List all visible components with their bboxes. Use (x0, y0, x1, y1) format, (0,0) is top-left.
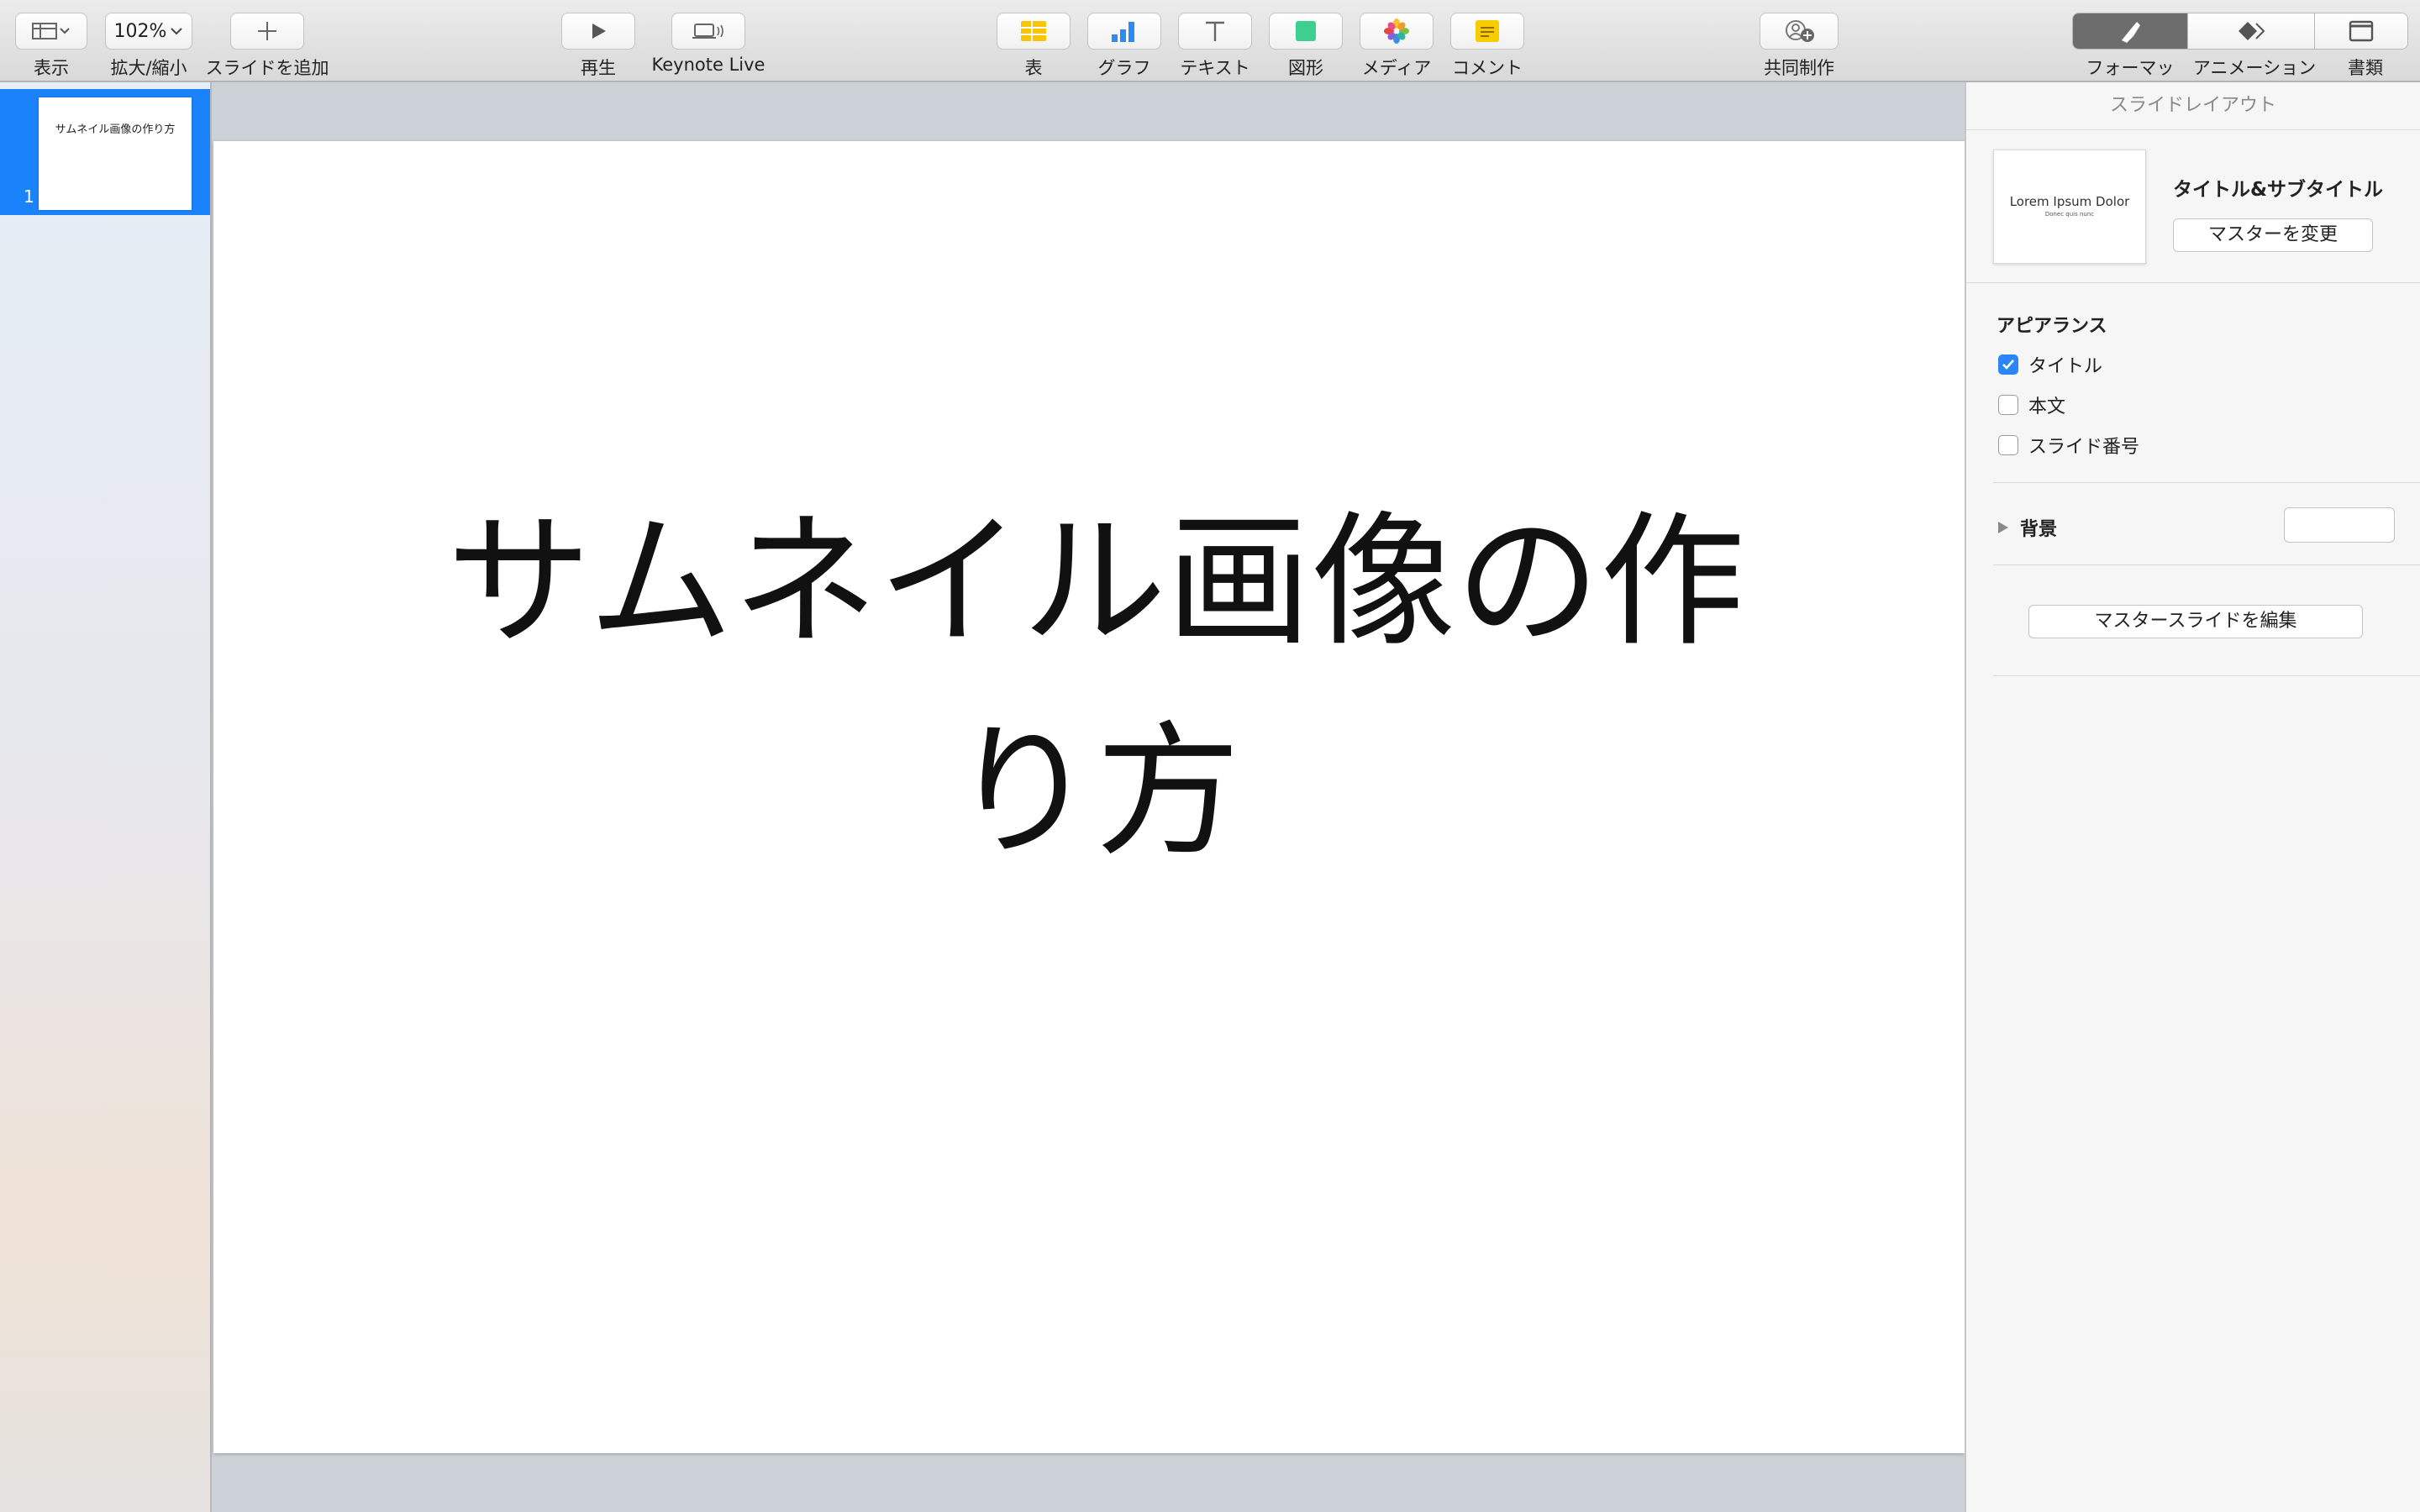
edit-master-slide-button[interactable]: マスタースライドを編集 (2028, 605, 2363, 638)
zoom-value: 102% (113, 20, 167, 42)
slide-number-checkbox[interactable] (1998, 435, 2018, 455)
shape-control[interactable]: 図形 (1269, 0, 1343, 82)
comment-label: コメント (1452, 58, 1523, 78)
add-slide-label: スライドを追加 (205, 58, 329, 78)
appearance-body-option[interactable]: 本文 (1998, 391, 2065, 418)
shape-label: 図形 (1288, 58, 1323, 78)
slide-thumbnail[interactable]: サムネイル画像の作り方 (39, 97, 192, 210)
layout-name: タイトル&サブタイトル (2173, 179, 2384, 201)
chart-control[interactable]: グラフ (1087, 0, 1161, 82)
appearance-title-option[interactable]: タイトル (1998, 351, 2102, 378)
slide-number-option-label: スライド番号 (2028, 437, 2140, 458)
disclosure-triangle-icon (1998, 522, 2008, 533)
animate-label: アニメーション (2192, 58, 2317, 78)
divider (1993, 564, 2420, 565)
slide-navigator: 1 サムネイル画像の作り方 (0, 82, 212, 1512)
body-option-label: 本文 (2028, 396, 2066, 417)
appearance-slide-number-option[interactable]: スライド番号 (1998, 432, 2139, 459)
slide[interactable]: サムネイル画像の作り方 (213, 141, 1965, 1453)
divider (1993, 675, 2420, 676)
plus-icon (258, 22, 276, 40)
sidebar-view-icon (32, 23, 70, 39)
play-control[interactable]: 再生 (561, 0, 635, 82)
zoom-label: 拡大/縮小 (110, 58, 187, 78)
zoom-control[interactable]: 102% 拡大/縮小 (104, 0, 193, 82)
view-button[interactable] (15, 13, 87, 50)
collaborate-control[interactable]: 共同制作 (1760, 0, 1839, 82)
media-label: メディア (1361, 58, 1432, 78)
collaborate-label: 共同制作 (1764, 58, 1834, 78)
divider (1966, 282, 2420, 283)
keynote-live-icon (692, 24, 723, 39)
add-slide-button[interactable] (230, 13, 304, 50)
appearance-title: アピアランス (1996, 316, 2107, 337)
text-icon (1206, 21, 1224, 41)
play-icon (592, 24, 606, 39)
comment-icon (1476, 20, 1499, 42)
view-control[interactable]: 表示 (15, 0, 87, 82)
change-master-button[interactable]: マスターを変更 (2173, 218, 2373, 252)
body-checkbox[interactable] (1998, 395, 2018, 415)
media-control[interactable]: メディア (1360, 0, 1434, 82)
layout-thumbnail-title: Lorem Ipsum Dolor (2009, 194, 2130, 209)
chart-icon (1112, 22, 1134, 42)
chart-label: グラフ (1097, 58, 1151, 78)
tab-animate[interactable] (2188, 13, 2314, 49)
slide-number: 1 (24, 186, 34, 207)
document-label: 書類 (2348, 58, 2383, 78)
comment-control[interactable]: コメント (1450, 0, 1524, 82)
play-label: 再生 (581, 58, 616, 78)
slide-thumbnail-row-selected[interactable]: 1 サムネイル画像の作り方 (0, 89, 210, 215)
divider (1993, 482, 2420, 483)
title-checkbox[interactable] (1998, 354, 2018, 375)
collaborate-icon (1786, 20, 1814, 42)
text-control[interactable]: テキスト (1178, 0, 1252, 82)
media-button[interactable] (1360, 13, 1434, 50)
comment-button[interactable] (1450, 13, 1524, 50)
checkmark-icon (2002, 360, 2014, 370)
tab-document[interactable] (2315, 13, 2407, 49)
table-label: 表 (1024, 58, 1043, 78)
zoom-select[interactable]: 102% (105, 13, 192, 50)
document-icon (2349, 20, 2374, 42)
layout-thumbnail-subtitle: Donec quis nunc (2044, 211, 2095, 218)
text-button[interactable] (1178, 13, 1252, 50)
tab-format[interactable] (2073, 13, 2187, 49)
table-control[interactable]: 表 (997, 0, 1071, 82)
slide-title[interactable]: サムネイル画像の作り方 (381, 477, 1810, 897)
slide-thumbnail-title: サムネイル画像の作り方 (55, 123, 176, 136)
photos-icon (1384, 18, 1409, 44)
paintbrush-icon (2122, 22, 2140, 43)
view-label: 表示 (34, 58, 69, 78)
title-option-label: タイトル (2028, 356, 2103, 377)
toolbar: 表示 102% 拡大/縮小 スライドを追加 再生 Keynote Live 表 … (0, 0, 2420, 103)
keynote-live-button[interactable] (671, 13, 745, 50)
play-button[interactable] (561, 13, 635, 50)
chevron-down-icon (171, 28, 183, 35)
inspector-header: スライドレイアウト (1966, 82, 2420, 130)
format-inspector: スライドレイアウト Lorem Ipsum Dolor Donec quis n… (1965, 82, 2420, 1512)
collaborate-button[interactable] (1760, 13, 1839, 50)
keynote-live-label: Keynote Live (651, 55, 765, 75)
background-label: 背景 (2020, 519, 2058, 540)
layout-thumbnail[interactable]: Lorem Ipsum Dolor Donec quis nunc (1993, 150, 2146, 264)
shape-icon (1296, 21, 1316, 41)
table-icon (1021, 21, 1046, 41)
table-button[interactable] (997, 13, 1071, 50)
shape-button[interactable] (1269, 13, 1343, 50)
animate-diamond-icon (2238, 22, 2265, 40)
text-label: テキスト (1180, 58, 1250, 78)
background-disclosure[interactable]: 背景 (1996, 514, 2057, 541)
inspector-tabs (2072, 13, 2408, 50)
keynote-live-control[interactable]: Keynote Live (650, 0, 766, 82)
add-slide-control[interactable]: スライドを追加 (205, 0, 329, 82)
slide-canvas: サムネイル画像の作り方 (212, 82, 1965, 1512)
background-fill-well[interactable] (2284, 507, 2395, 543)
chart-button[interactable] (1087, 13, 1161, 50)
